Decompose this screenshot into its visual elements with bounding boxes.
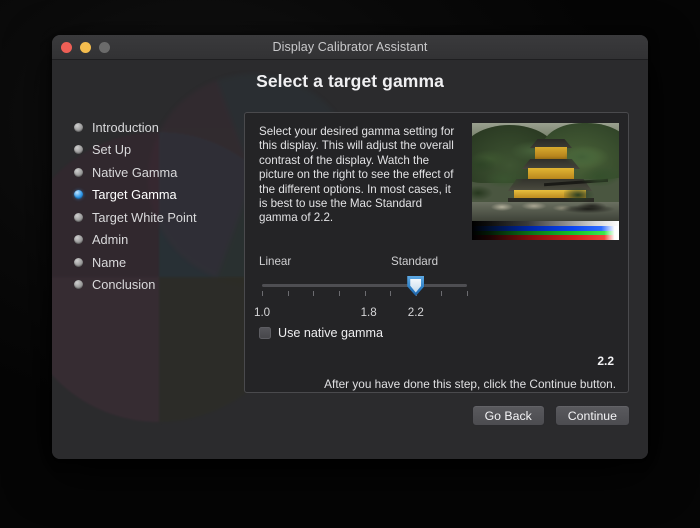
window-title: Display Calibrator Assistant [272,40,428,54]
desktop-backdrop: Display Calibrator Assistant Select a ta… [0,0,700,528]
sidebar-item-label: Target Gamma [92,187,177,203]
slider-tick [287,291,289,296]
zoom-button [99,41,110,53]
sidebar-item-label: Name [92,254,127,270]
photo-foreground-tree-right [564,147,619,207]
slider-tick-label: 2.2 [407,306,424,319]
go-back-button[interactable]: Go Back [471,405,545,426]
gamma-value-readout: 2.2 [597,354,614,368]
slider-tick [390,291,392,296]
sidebar-item-label: Native Gamma [92,164,178,180]
step-dot-icon [74,280,83,290]
use-native-gamma-checkbox[interactable] [259,327,271,339]
continue-button[interactable]: Continue [554,405,630,426]
content-panel: Select your desired gamma setting for th… [244,112,629,393]
sidebar-item-admin[interactable]: Admin [66,229,226,252]
sidebar-item-label: Introduction [92,119,159,135]
window-body: Select a target gamma Introduction Set U… [52,60,648,459]
display-calibrator-window: Display Calibrator Assistant Select a ta… [52,35,648,459]
sidebar-item-conclusion[interactable]: Conclusion [66,274,226,297]
slider-ticks [262,291,468,297]
sidebar-item-introduction[interactable]: Introduction [66,116,226,139]
use-native-gamma-label: Use native gamma [278,326,383,340]
step-dot-icon [74,257,83,267]
slider-track[interactable] [262,284,467,287]
step-dot-icon [74,212,83,222]
slider-tick [467,291,468,296]
sidebar-item-target-white-point[interactable]: Target White Point [66,206,226,229]
slider-bottom-labels: 1.0 1.8 2.2 [254,306,614,322]
sidebar-item-label: Target White Point [92,209,197,225]
page-title: Select a target gamma [256,71,444,91]
sidebar-item-label: Admin [92,232,129,248]
footer-buttons: Go Back Continue [471,405,630,426]
step-dot-icon [74,167,83,177]
slider-tick-label: 1.8 [360,306,377,319]
photo-shore-shadow [558,205,618,214]
sidebar-item-label: Conclusion [92,277,156,293]
sidebar-item-name[interactable]: Name [66,251,226,274]
photo-pavilion-gold-top [535,147,567,160]
slider-tick [364,291,366,296]
red-bar [472,235,619,240]
slider-tick [262,291,263,296]
minimize-button[interactable] [80,41,91,53]
slider-top-labels: Linear Standard [259,255,614,271]
step-dot-icon [74,122,83,132]
window-controls [61,41,110,53]
slider-label-standard: Standard [391,255,439,268]
sidebar-item-set-up[interactable]: Set Up [66,139,226,162]
target-gamma-slider: Linear Standard 1.0 1.8 2.2 [254,255,614,322]
slider-label-linear: Linear [259,255,292,268]
sidebar-item-native-gamma[interactable]: Native Gamma [66,161,226,184]
step-dot-icon [74,145,83,155]
use-native-gamma-checkbox-row[interactable]: Use native gamma [259,326,383,340]
instructions-text: Select your desired gamma setting for th… [259,125,455,225]
slider-tick [313,291,315,296]
color-calibration-bars [472,221,619,240]
photo-foreground-tree-left [472,153,528,205]
step-dot-icon [74,235,83,245]
step-dot-active-icon [74,190,83,200]
window-titlebar[interactable]: Display Calibrator Assistant [52,35,648,60]
slider-tick-label: 1.0 [254,306,271,319]
slider-tick [338,291,340,296]
sidebar-item-target-gamma[interactable]: Target Gamma [66,184,226,207]
slider-tick [441,291,443,296]
sidebar-item-label: Set Up [92,142,132,158]
slider-track-area[interactable] [259,275,614,305]
gamma-preview-image [472,123,619,240]
steps-sidebar: Introduction Set Up Native Gamma Target … [66,116,226,296]
close-button[interactable] [61,41,72,53]
continue-hint-text: After you have done this step, click the… [324,377,616,391]
preview-photo [472,123,619,221]
